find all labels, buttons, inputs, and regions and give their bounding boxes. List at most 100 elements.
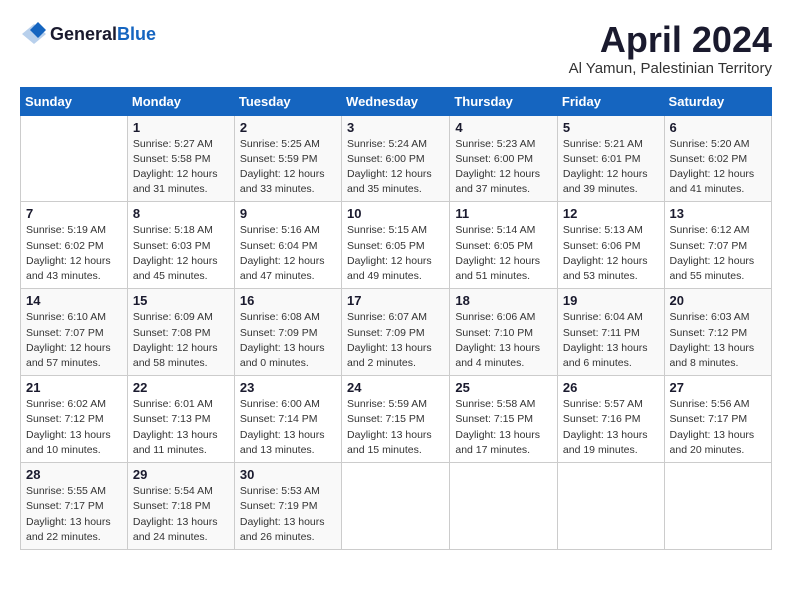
day-info: Sunrise: 5:19 AM Sunset: 6:02 PM Dayligh…	[26, 223, 122, 284]
calendar-week-3: 14 Sunrise: 6:10 AM Sunset: 7:07 PM Dayli…	[21, 289, 772, 376]
day-number: 7	[26, 206, 122, 221]
logo-text-general: General	[50, 24, 117, 44]
calendar-cell: 22Sunrise: 6:01 AM Sunset: 7:13 PM Dayli…	[127, 376, 234, 463]
calendar-cell: 3Sunrise: 5:24 AM Sunset: 6:00 PM Daylig…	[342, 115, 450, 202]
day-number: 18	[455, 293, 552, 308]
day-info: Sunrise: 6:04 AM Sunset: 7:11 PM Dayligh…	[563, 310, 659, 371]
day-number: 8	[133, 206, 229, 221]
day-info: Sunrise: 5:15 AM Sunset: 6:05 PM Dayligh…	[347, 223, 444, 284]
day-info: Sunrise: 6:00 AM Sunset: 7:14 PM Dayligh…	[240, 397, 336, 458]
day-number: 2	[240, 120, 336, 135]
header: GeneralBlue April 2024 Al Yamun, Palesti…	[20, 20, 772, 77]
day-info: Sunrise: 6:10 AM Sunset: 7:07 PM Dayligh…	[26, 310, 122, 371]
logo-icon	[20, 20, 48, 48]
calendar-cell: 16 Sunrise: 6:08 AM Sunset: 7:09 PM Dayli…	[234, 289, 341, 376]
day-info: Sunrise: 6:03 AM Sunset: 7:12 PM Dayligh…	[670, 310, 766, 371]
day-number: 16	[240, 293, 336, 308]
calendar-cell: 20 Sunrise: 6:03 AM Sunset: 7:12 PM Dayli…	[664, 289, 771, 376]
calendar-cell: 10Sunrise: 5:15 AM Sunset: 6:05 PM Dayli…	[342, 202, 450, 289]
calendar-week-5: 28 Sunrise: 5:55 AM Sunset: 7:17 PM Dayli…	[21, 463, 772, 550]
calendar-cell: 26Sunrise: 5:57 AM Sunset: 7:16 PM Dayli…	[557, 376, 664, 463]
day-number: 5	[563, 120, 659, 135]
day-number: 1	[133, 120, 229, 135]
day-number: 27	[670, 380, 766, 395]
day-number: 30	[240, 467, 336, 482]
location-title: Al Yamun, Palestinian Territory	[569, 60, 772, 77]
day-info: Sunrise: 5:59 AM Sunset: 7:15 PM Dayligh…	[347, 397, 444, 458]
calendar-cell	[557, 463, 664, 550]
day-info: Sunrise: 6:02 AM Sunset: 7:12 PM Dayligh…	[26, 397, 122, 458]
calendar-cell	[450, 463, 558, 550]
header-cell-friday: Friday	[557, 87, 664, 115]
calendar-cell: 1 Sunrise: 5:27 AM Sunset: 5:58 PM Daylig…	[127, 115, 234, 202]
calendar-header: SundayMondayTuesdayWednesdayThursdayFrid…	[21, 87, 772, 115]
calendar-cell: 28 Sunrise: 5:55 AM Sunset: 7:17 PM Dayli…	[21, 463, 128, 550]
calendar-cell: 7 Sunrise: 5:19 AM Sunset: 6:02 PM Daylig…	[21, 202, 128, 289]
calendar-cell	[342, 463, 450, 550]
day-info: Sunrise: 5:21 AM Sunset: 6:01 PM Dayligh…	[563, 137, 659, 198]
calendar-cell: 13 Sunrise: 6:12 AM Sunset: 7:07 PM Dayli…	[664, 202, 771, 289]
day-info: Sunrise: 5:16 AM Sunset: 6:04 PM Dayligh…	[240, 223, 336, 284]
calendar-cell: 2 Sunrise: 5:25 AM Sunset: 5:59 PM Daylig…	[234, 115, 341, 202]
day-info: Sunrise: 5:20 AM Sunset: 6:02 PM Dayligh…	[670, 137, 766, 198]
day-info: Sunrise: 5:13 AM Sunset: 6:06 PM Dayligh…	[563, 223, 659, 284]
header-cell-tuesday: Tuesday	[234, 87, 341, 115]
month-title: April 2024	[569, 20, 772, 60]
calendar-cell: 12 Sunrise: 5:13 AM Sunset: 6:06 PM Dayli…	[557, 202, 664, 289]
day-info: Sunrise: 5:14 AM Sunset: 6:05 PM Dayligh…	[455, 223, 552, 284]
calendar-cell: 15 Sunrise: 6:09 AM Sunset: 7:08 PM Dayli…	[127, 289, 234, 376]
day-info: Sunrise: 6:08 AM Sunset: 7:09 PM Dayligh…	[240, 310, 336, 371]
calendar-cell: 8 Sunrise: 5:18 AM Sunset: 6:03 PM Daylig…	[127, 202, 234, 289]
day-number: 28	[26, 467, 122, 482]
calendar-cell: 11 Sunrise: 5:14 AM Sunset: 6:05 PM Dayli…	[450, 202, 558, 289]
calendar-cell: 5 Sunrise: 5:21 AM Sunset: 6:01 PM Daylig…	[557, 115, 664, 202]
calendar-week-1: 1 Sunrise: 5:27 AM Sunset: 5:58 PM Daylig…	[21, 115, 772, 202]
day-info: Sunrise: 5:58 AM Sunset: 7:15 PM Dayligh…	[455, 397, 552, 458]
calendar-cell	[664, 463, 771, 550]
day-number: 6	[670, 120, 766, 135]
day-info: Sunrise: 6:06 AM Sunset: 7:10 PM Dayligh…	[455, 310, 552, 371]
day-info: Sunrise: 6:07 AM Sunset: 7:09 PM Dayligh…	[347, 310, 444, 371]
day-number: 24	[347, 380, 444, 395]
logo: GeneralBlue	[20, 20, 156, 48]
day-info: Sunrise: 5:18 AM Sunset: 6:03 PM Dayligh…	[133, 223, 229, 284]
day-number: 25	[455, 380, 552, 395]
calendar-week-2: 7 Sunrise: 5:19 AM Sunset: 6:02 PM Daylig…	[21, 202, 772, 289]
header-cell-thursday: Thursday	[450, 87, 558, 115]
day-info: Sunrise: 5:24 AM Sunset: 6:00 PM Dayligh…	[347, 137, 444, 198]
calendar-cell: 29Sunrise: 5:54 AM Sunset: 7:18 PM Dayli…	[127, 463, 234, 550]
day-number: 14	[26, 293, 122, 308]
day-info: Sunrise: 5:56 AM Sunset: 7:17 PM Dayligh…	[670, 397, 766, 458]
day-number: 11	[455, 206, 552, 221]
calendar-body: 1 Sunrise: 5:27 AM Sunset: 5:58 PM Daylig…	[21, 115, 772, 549]
calendar-cell: 6 Sunrise: 5:20 AM Sunset: 6:02 PM Daylig…	[664, 115, 771, 202]
header-row: SundayMondayTuesdayWednesdayThursdayFrid…	[21, 87, 772, 115]
day-number: 21	[26, 380, 122, 395]
day-number: 23	[240, 380, 336, 395]
day-info: Sunrise: 5:25 AM Sunset: 5:59 PM Dayligh…	[240, 137, 336, 198]
day-number: 13	[670, 206, 766, 221]
day-info: Sunrise: 5:57 AM Sunset: 7:16 PM Dayligh…	[563, 397, 659, 458]
day-info: Sunrise: 5:55 AM Sunset: 7:17 PM Dayligh…	[26, 484, 122, 545]
day-info: Sunrise: 5:53 AM Sunset: 7:19 PM Dayligh…	[240, 484, 336, 545]
calendar-week-4: 21 Sunrise: 6:02 AM Sunset: 7:12 PM Dayli…	[21, 376, 772, 463]
calendar-cell: 23 Sunrise: 6:00 AM Sunset: 7:14 PM Dayli…	[234, 376, 341, 463]
day-info: Sunrise: 6:12 AM Sunset: 7:07 PM Dayligh…	[670, 223, 766, 284]
header-cell-monday: Monday	[127, 87, 234, 115]
calendar-cell: 27 Sunrise: 5:56 AM Sunset: 7:17 PM Dayli…	[664, 376, 771, 463]
day-number: 19	[563, 293, 659, 308]
day-info: Sunrise: 5:27 AM Sunset: 5:58 PM Dayligh…	[133, 137, 229, 198]
day-number: 17	[347, 293, 444, 308]
calendar-cell: 18 Sunrise: 6:06 AM Sunset: 7:10 PM Dayli…	[450, 289, 558, 376]
day-number: 15	[133, 293, 229, 308]
calendar-cell: 30 Sunrise: 5:53 AM Sunset: 7:19 PM Dayli…	[234, 463, 341, 550]
day-info: Sunrise: 6:09 AM Sunset: 7:08 PM Dayligh…	[133, 310, 229, 371]
day-number: 20	[670, 293, 766, 308]
calendar-cell: 4Sunrise: 5:23 AM Sunset: 6:00 PM Daylig…	[450, 115, 558, 202]
day-number: 12	[563, 206, 659, 221]
calendar-cell: 24 Sunrise: 5:59 AM Sunset: 7:15 PM Dayli…	[342, 376, 450, 463]
day-number: 29	[133, 467, 229, 482]
calendar-cell	[21, 115, 128, 202]
day-number: 22	[133, 380, 229, 395]
day-number: 4	[455, 120, 552, 135]
